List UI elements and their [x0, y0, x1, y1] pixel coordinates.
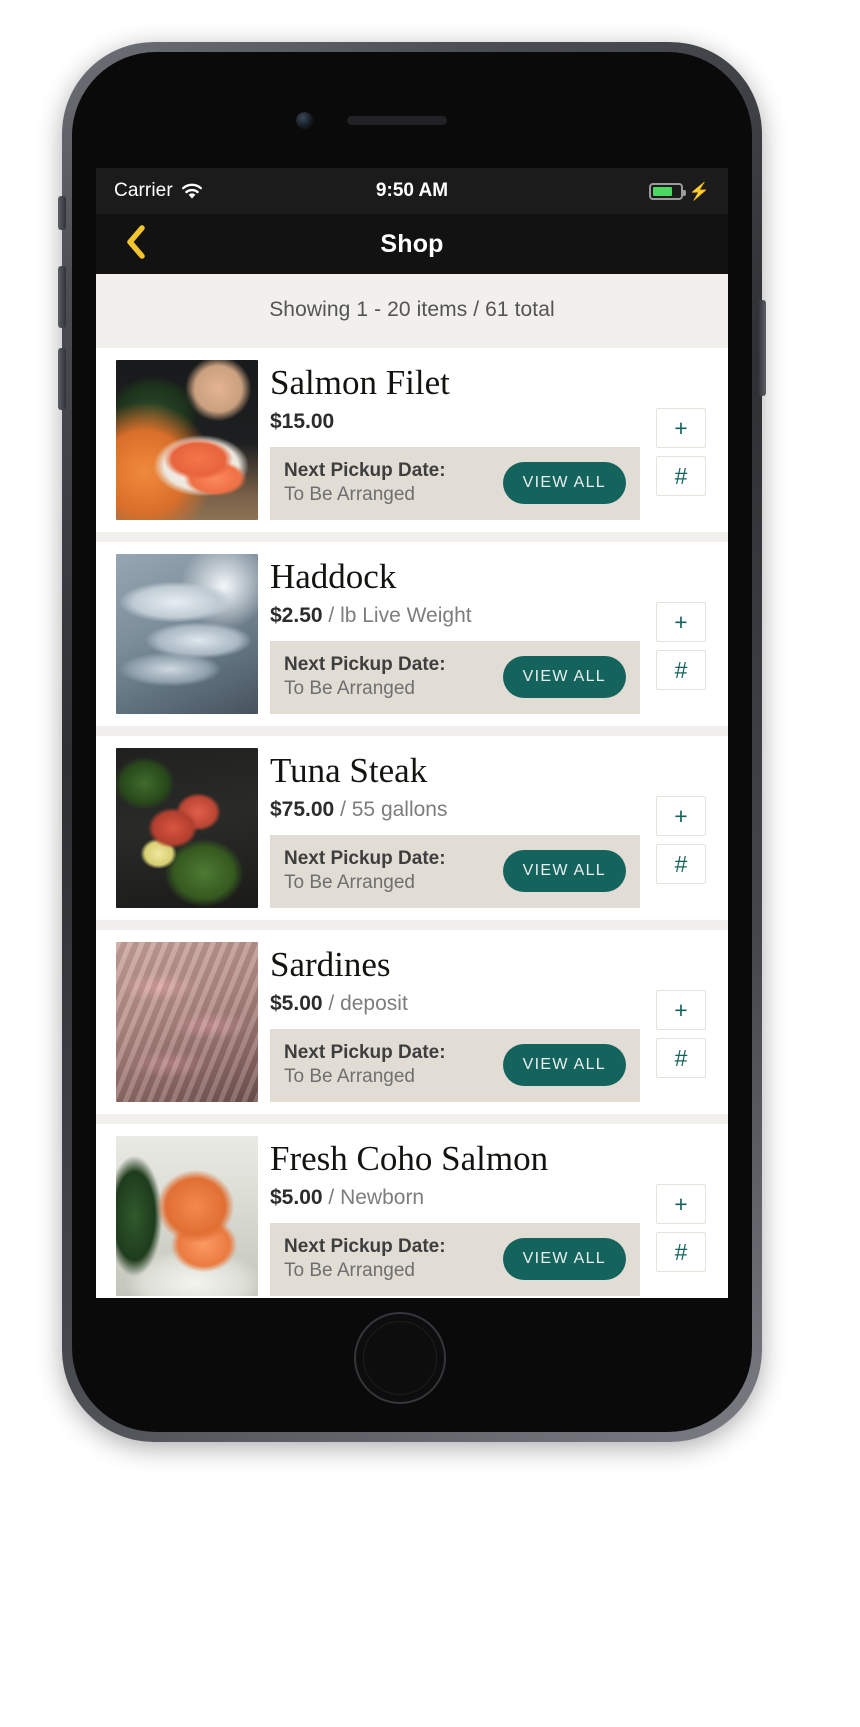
product-actions: + #	[648, 930, 714, 1078]
pickup-value: To Be Arranged	[284, 1066, 415, 1088]
home-button[interactable]	[354, 1312, 446, 1404]
add-to-cart-button[interactable]: +	[656, 1184, 706, 1224]
product-card[interactable]: Sardines $5.00 / deposit Next Pickup Dat…	[96, 930, 728, 1114]
product-thumbnail[interactable]	[116, 360, 258, 520]
pickup-info-bar: Next Pickup Date: To Be Arranged VIEW AL…	[270, 835, 640, 908]
product-title: Fresh Coho Salmon	[270, 1139, 549, 1178]
product-title: Sardines	[270, 945, 391, 984]
product-price-row: $15.00	[270, 410, 648, 434]
earpiece-speaker	[347, 116, 447, 125]
phone-top-bar	[92, 72, 732, 168]
quantity-button[interactable]: #	[656, 650, 706, 690]
product-card[interactable]: Salmon Filet $15.00 Next Pickup Date: To…	[96, 348, 728, 532]
product-thumbnail[interactable]	[116, 748, 258, 908]
view-all-button[interactable]: VIEW ALL	[502, 850, 626, 893]
pickup-label: Next Pickup Date:	[284, 1042, 446, 1064]
view-all-button[interactable]: VIEW ALL	[502, 1238, 626, 1281]
add-to-cart-button[interactable]: +	[656, 990, 706, 1030]
chevron-left-icon	[125, 224, 147, 264]
page-title: Shop	[380, 229, 444, 258]
pickup-label: Next Pickup Date:	[284, 848, 446, 870]
back-button[interactable]	[110, 214, 162, 274]
product-thumbnail[interactable]	[116, 1136, 258, 1296]
view-all-button[interactable]: VIEW ALL	[502, 1044, 626, 1087]
product-unit: / deposit	[328, 992, 408, 1016]
power-button[interactable]	[758, 300, 766, 396]
product-list: Salmon Filet $15.00 Next Pickup Date: To…	[96, 348, 728, 1298]
pickup-value: To Be Arranged	[284, 678, 415, 700]
status-bar: Carrier 9:50 AM ⚡	[96, 168, 728, 214]
volume-down-button[interactable]	[58, 348, 66, 410]
pickup-text: Next Pickup Date: To Be Arranged	[284, 1041, 446, 1090]
pickup-text: Next Pickup Date: To Be Arranged	[284, 847, 446, 896]
pickup-text: Next Pickup Date: To Be Arranged	[284, 1235, 446, 1284]
product-title: Haddock	[270, 557, 397, 596]
product-price: $75.00	[270, 798, 335, 822]
product-info: Salmon Filet $15.00 Next Pickup Date: To…	[258, 348, 648, 530]
product-info: Sardines $5.00 / deposit Next Pickup Dat…	[258, 930, 648, 1112]
pickup-label: Next Pickup Date:	[284, 654, 446, 676]
product-price-row: $2.50 / lb Live Weight	[270, 604, 648, 628]
product-info: Haddock $2.50 / lb Live Weight Next Pick…	[258, 542, 648, 724]
product-actions: + #	[648, 348, 714, 496]
status-bar-right: ⚡	[648, 181, 710, 201]
quantity-button[interactable]: #	[656, 1038, 706, 1078]
wifi-icon	[181, 183, 203, 200]
quantity-button[interactable]: #	[656, 1232, 706, 1272]
product-actions: + #	[648, 542, 714, 690]
carrier-label: Carrier	[114, 180, 173, 201]
product-card[interactable]: Haddock $2.50 / lb Live Weight Next Pick…	[96, 542, 728, 726]
product-actions: + #	[648, 736, 714, 884]
view-all-button[interactable]: VIEW ALL	[502, 462, 626, 505]
add-to-cart-button[interactable]: +	[656, 796, 706, 836]
product-thumbnail[interactable]	[116, 554, 258, 714]
product-actions: + #	[648, 1124, 714, 1272]
battery-fill-level	[652, 186, 672, 196]
product-price-row: $5.00 / Newborn	[270, 1186, 648, 1210]
product-unit: / 55 gallons	[340, 798, 448, 822]
add-to-cart-button[interactable]: +	[656, 408, 706, 448]
product-price-row: $5.00 / deposit	[270, 992, 648, 1016]
product-title: Salmon Filet	[270, 363, 450, 402]
product-card[interactable]: Tuna Steak $75.00 / 55 gallons Next Pick…	[96, 736, 728, 920]
product-price: $2.50	[270, 604, 323, 628]
product-price: $15.00	[270, 410, 335, 434]
navigation-bar: Shop	[96, 214, 728, 274]
phone-screen: Carrier 9:50 AM ⚡ Shop Showing 1 - 20 it…	[96, 168, 728, 1298]
view-all-button[interactable]: VIEW ALL	[502, 656, 626, 699]
status-bar-left: Carrier	[114, 180, 203, 202]
quantity-button[interactable]: #	[656, 456, 706, 496]
front-camera-icon	[296, 112, 313, 129]
product-info: Fresh Coho Salmon $5.00 / Newborn Next P…	[258, 1124, 648, 1298]
pickup-info-bar: Next Pickup Date: To Be Arranged VIEW AL…	[270, 1029, 640, 1102]
pickup-value: To Be Arranged	[284, 872, 415, 894]
pickup-value: To Be Arranged	[284, 1260, 415, 1282]
volume-up-button[interactable]	[58, 266, 66, 328]
pickup-text: Next Pickup Date: To Be Arranged	[284, 459, 446, 508]
results-count-banner: Showing 1 - 20 items / 61 total	[96, 274, 728, 348]
quantity-button[interactable]: #	[656, 844, 706, 884]
pickup-value: To Be Arranged	[284, 484, 415, 506]
pickup-label: Next Pickup Date:	[284, 1236, 446, 1258]
pickup-info-bar: Next Pickup Date: To Be Arranged VIEW AL…	[270, 1223, 640, 1296]
product-price: $5.00	[270, 992, 323, 1016]
product-price-row: $75.00 / 55 gallons	[270, 798, 648, 822]
product-thumbnail[interactable]	[116, 942, 258, 1102]
pickup-text: Next Pickup Date: To Be Arranged	[284, 653, 446, 702]
product-card[interactable]: Fresh Coho Salmon $5.00 / Newborn Next P…	[96, 1124, 728, 1298]
pickup-info-bar: Next Pickup Date: To Be Arranged VIEW AL…	[270, 641, 640, 714]
pickup-info-bar: Next Pickup Date: To Be Arranged VIEW AL…	[270, 447, 640, 520]
lightning-bolt-icon: ⚡	[688, 181, 710, 201]
battery-icon	[648, 182, 686, 200]
add-to-cart-button[interactable]: +	[656, 602, 706, 642]
product-unit: / lb Live Weight	[328, 604, 472, 628]
product-unit: / Newborn	[328, 1186, 425, 1210]
product-price: $5.00	[270, 1186, 323, 1210]
product-title: Tuna Steak	[270, 751, 428, 790]
silent-switch[interactable]	[58, 196, 66, 230]
pickup-label: Next Pickup Date:	[284, 460, 446, 482]
product-info: Tuna Steak $75.00 / 55 gallons Next Pick…	[258, 736, 648, 918]
